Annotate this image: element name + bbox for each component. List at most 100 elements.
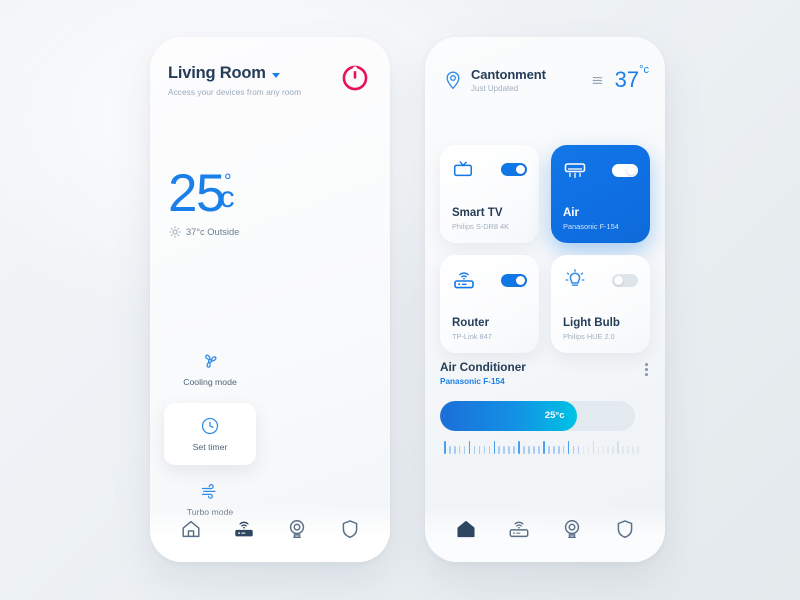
device-info: Smart TV Philips S-DR8 4K [452,207,527,231]
room-selector[interactable]: Living Room [168,64,301,83]
left-bottom-nav [150,506,390,562]
ruler-tick [523,446,525,454]
header-subtitle: Access your devices from any room [168,87,302,97]
ruler-tick [617,441,619,454]
nav-item-home[interactable] [455,518,477,545]
tv-icon [454,161,472,177]
device-grid: Smart TV Philips S-DR8 4K Air Panasonic … [440,145,650,353]
mode-label: Cooling mode [183,377,237,387]
location-block[interactable]: Cantonment Just Updated [443,67,546,93]
home-icon [181,520,200,537]
camera-icon [564,519,579,538]
ruler-tick [567,441,570,454]
more-vertical-icon[interactable] [645,360,650,376]
ruler-tick [627,446,629,454]
left-phone-screen: Living Room Access your devices from any… [150,37,390,562]
temperature-slider-horizontal[interactable]: 25°c [440,401,635,431]
ruler-tick [562,446,565,454]
device-card-smart-tv[interactable]: Smart TV Philips S-DR8 4K [440,145,539,243]
router-icon [234,521,253,536]
ruler-tick [552,446,555,454]
ruler-tick [488,446,491,454]
left-header: Living Room Access your devices from any… [168,64,301,97]
current-temperature: 25 ° c [168,167,235,220]
shield-icon [342,519,357,538]
mode-cooling[interactable]: Cooling mode [164,342,256,396]
ruler-tick [448,446,451,454]
shield-icon [617,519,632,538]
right-bottom-nav [425,506,665,562]
chevron-down-icon[interactable] [271,72,280,78]
device-info: Light Bulb Philips HUE 2.0 [563,317,638,341]
device-info: Router TP-Link 847 [452,317,527,341]
ruler-tick [453,446,456,454]
mode-label: Set timer [192,442,228,452]
nav-item-camera[interactable] [286,518,308,545]
ruler-tick [587,446,590,454]
device-top-row [563,268,638,292]
weather-temperature: 37°c [614,64,649,93]
ruler-tick [543,441,545,454]
weather-summary: 37°c [591,64,649,93]
ruler-tick [493,441,496,454]
clock-icon [201,417,219,435]
device-toggle[interactable] [501,273,527,287]
ruler-tick [602,446,605,454]
device-name: Smart TV [452,207,503,219]
mode-set-timer[interactable]: Set timer [164,403,256,465]
ruler-tick [468,441,471,454]
temperature-value: 25 [168,164,225,223]
outside-temperature-label: 37°c Outside [186,227,240,237]
ruler-tick [458,446,461,454]
device-name: Light Bulb [563,317,620,329]
nav-item-camera[interactable] [561,518,583,545]
ruler-tick [513,446,515,454]
ruler-tick [577,446,580,454]
nav-item-shield[interactable] [339,518,361,545]
ac-subtitle: Panasonic F-154 [440,377,505,386]
ac-header: Air Conditioner Panasonic F-154 [440,360,650,386]
air-conditioner-icon [564,163,586,179]
sun-icon [169,226,181,238]
page-title: Living Room [168,64,266,82]
light-bulb-icon [565,269,585,286]
weather-temp-value: 37 [614,67,640,92]
device-card-router[interactable]: Router TP-Link 847 [440,255,539,353]
location-name: Cantonment [471,67,546,82]
nav-item-router[interactable] [233,518,255,545]
mode-list: Cooling mode Set timer Turbo mode [164,342,256,526]
home-icon [456,520,475,537]
location-pin-icon [446,71,460,90]
ruler-tick [557,446,560,454]
device-toggle[interactable] [501,162,527,176]
power-button[interactable] [342,65,368,91]
device-top-row [563,158,638,182]
ruler-tick [597,446,600,454]
temperature-unit: c [219,181,235,214]
router-icon [509,521,528,537]
device-model: Philips HUE 2.0 [563,332,615,341]
ac-titles: Air Conditioner Panasonic F-154 [440,360,526,386]
router-icon [454,272,474,289]
device-toggle[interactable] [612,273,638,287]
nav-item-shield[interactable] [614,518,636,545]
device-model: Philips S-DR8 4K [452,222,510,231]
mist-waves-icon [592,76,602,84]
fan-icon [205,354,217,368]
nav-item-home[interactable] [180,518,202,545]
ruler-tick [538,446,540,454]
ruler-tick [518,441,520,454]
device-model: TP-Link 847 [452,332,492,341]
right-header: Cantonment Just Updated 37°c [443,64,649,93]
right-phone-screen: Cantonment Just Updated 37°c Smart TV Ph… [425,37,665,562]
ruler-tick [503,446,506,454]
device-toggle[interactable] [612,163,638,177]
ruler-tick [582,446,585,454]
device-card-light-bulb[interactable]: Light Bulb Philips HUE 2.0 [551,255,650,353]
power-icon [342,65,368,91]
nav-item-router[interactable] [508,518,530,545]
device-card-air[interactable]: Air Panasonic F-154 [551,145,650,243]
ruler-tick [622,446,624,454]
ruler-tick [444,441,446,454]
ruler-tick [508,446,510,454]
